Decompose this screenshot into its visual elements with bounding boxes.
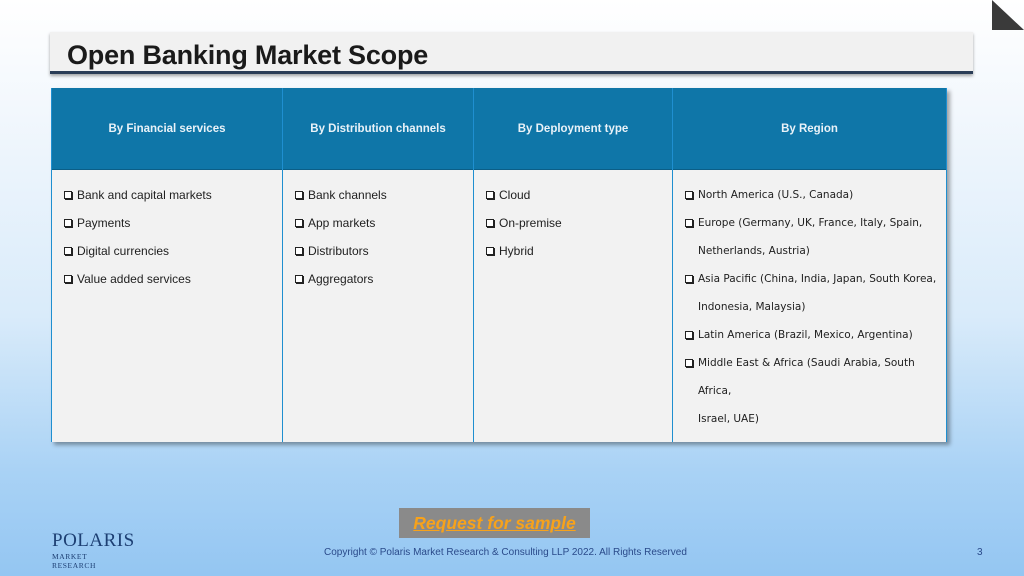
list-item: App markets	[295, 209, 473, 237]
list-item: Middle East & Africa (Saudi Arabia, Sout…	[685, 349, 946, 405]
column-header: By Deployment type	[474, 88, 672, 170]
list-item: Asia Pacific (China, India, Japan, South…	[685, 265, 946, 293]
checkbox-bullet-icon	[486, 219, 494, 227]
logo-name: POLARIS	[52, 530, 135, 551]
list-item: Aggregators	[295, 265, 473, 293]
list-item: Digital currencies	[64, 237, 282, 265]
request-sample-button[interactable]: Request for sample	[399, 508, 590, 538]
list-item: Cloud	[486, 181, 672, 209]
column-header: By Financial services	[52, 88, 282, 170]
list-item: North America (U.S., Canada)	[685, 181, 946, 209]
checkbox-bullet-icon	[295, 275, 303, 283]
column-financial-services: By Financial services Bank and capital m…	[51, 88, 283, 442]
list-item-continuation: Netherlands, Austria)	[698, 245, 810, 257]
checkbox-bullet-icon	[295, 247, 303, 255]
logo-subtitle: MARKET RESEARCH	[52, 552, 96, 570]
checkbox-bullet-icon	[685, 219, 693, 227]
checkbox-bullet-icon	[486, 191, 494, 199]
checkbox-bullet-icon	[64, 275, 72, 283]
list-item: Bank and capital markets	[64, 181, 282, 209]
scope-table: By Financial services Bank and capital m…	[51, 88, 947, 442]
checkbox-bullet-icon	[685, 331, 693, 339]
checkbox-bullet-icon	[64, 247, 72, 255]
item-list: North America (U.S., Canada) Europe (Ger…	[673, 170, 946, 433]
list-item: Distributors	[295, 237, 473, 265]
checkbox-bullet-icon	[486, 247, 494, 255]
checkbox-bullet-icon	[295, 219, 303, 227]
list-item: Hybrid	[486, 237, 672, 265]
list-item: Europe (Germany, UK, France, Italy, Spai…	[685, 209, 946, 237]
list-item: Latin America (Brazil, Mexico, Argentina…	[685, 321, 946, 349]
item-list: Cloud On-premise Hybrid	[474, 170, 672, 265]
request-sample-link[interactable]: Request for sample	[413, 513, 575, 534]
title-bar: Open Banking Market Scope	[50, 32, 973, 74]
checkbox-bullet-icon	[295, 191, 303, 199]
checkbox-bullet-icon	[685, 359, 693, 367]
column-region: By Region North America (U.S., Canada) E…	[673, 88, 947, 442]
item-list: Bank and capital markets Payments Digita…	[52, 170, 282, 293]
column-header: By Region	[673, 88, 946, 170]
checkbox-bullet-icon	[685, 191, 693, 199]
item-list: Bank channels App markets Distributors A…	[283, 170, 473, 293]
page-title: Open Banking Market Scope	[67, 40, 429, 70]
list-item-continuation: Israel, UAE)	[698, 413, 759, 425]
checkbox-bullet-icon	[685, 275, 693, 283]
copyright-text: Copyright © Polaris Market Research & Co…	[324, 547, 687, 558]
column-distribution-channels: By Distribution channels Bank channels A…	[283, 88, 474, 442]
list-item: Bank channels	[295, 181, 473, 209]
checkbox-bullet-icon	[64, 191, 72, 199]
column-header: By Distribution channels	[283, 88, 473, 170]
list-item: Payments	[64, 209, 282, 237]
list-item: On-premise	[486, 209, 672, 237]
corner-fold-icon	[992, 0, 1024, 30]
polaris-logo: POLARIS MARKET RESEARCH	[52, 530, 135, 570]
page-number: 3	[977, 547, 983, 558]
list-item: Value added services	[64, 265, 282, 293]
column-deployment-type: By Deployment type Cloud On-premise Hybr…	[474, 88, 673, 442]
list-item-continuation: Indonesia, Malaysia)	[698, 301, 806, 313]
checkbox-bullet-icon	[64, 219, 72, 227]
